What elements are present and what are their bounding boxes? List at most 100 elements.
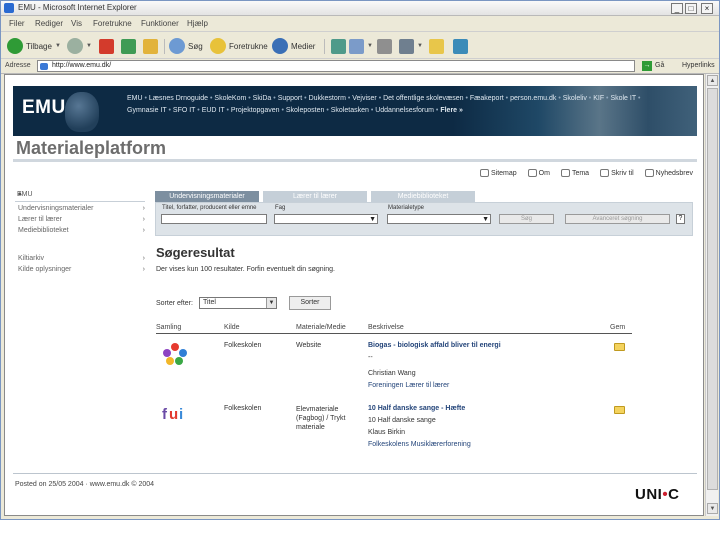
menu-tools[interactable]: Funktioner [141,19,179,28]
save-folder-icon[interactable] [614,406,625,414]
banner-link[interactable]: SkiDa [253,95,272,102]
messenger-button[interactable] [453,37,468,55]
menu-favorites[interactable]: Foretrukne [93,19,132,28]
edit-button[interactable]: ▼ [399,37,423,55]
banner-link[interactable]: Læsnes Drnoguide [149,95,208,102]
banner-link[interactable]: Skoletasken [331,107,369,114]
col-beskrivelse[interactable]: Beskrivelse [368,324,404,331]
sidebar-item-kiltiarkiv[interactable]: Kiltiarkiv › [15,254,145,265]
menu-file[interactable]: Filer [9,19,25,28]
sidebar-item-undervisningsmaterialer[interactable]: Undervisningsmaterialer › [15,204,145,215]
banner-link[interactable]: Skoleposten [286,107,325,114]
banner-link[interactable]: Skole IT [610,95,636,102]
scroll-down-icon[interactable]: ▼ [707,503,718,514]
sidebar-item-mediebiblioteket[interactable]: Mediebiblioteket › [15,226,145,237]
banner-more-link[interactable]: Flere » [440,107,463,114]
sidebar-item-kilde-oplysninger[interactable]: Kilde oplysninger › [15,265,145,276]
banner-link[interactable]: Uddannelsesforum [375,107,434,114]
messenger-icon [453,38,468,54]
scroll-up-icon[interactable]: ▲ [707,75,718,86]
go-button[interactable]: Gå [655,62,664,69]
address-input[interactable]: http://www.emu.dk/ [37,60,635,72]
go-arrow-icon[interactable]: → [642,61,652,71]
banner-link[interactable]: EMU [127,95,143,102]
sort-button[interactable]: Sorter [288,296,331,310]
back-button[interactable]: Tilbage ▼ [7,37,61,55]
about-link[interactable]: Om [527,169,550,177]
banner-link[interactable]: Gymnasie IT [127,107,167,114]
row-source: Folkeskolen [224,405,262,412]
favorites-button[interactable]: Foretrukne [210,37,268,55]
refresh-button[interactable] [121,37,136,55]
banner-link[interactable]: Vejviser [352,95,377,102]
maximize-button[interactable]: □ [685,3,697,14]
row-source: Folkeskolen [224,342,262,349]
emu-banner: EMU EMU • Læsnes Drnoguide • SkoleKom • … [13,86,697,136]
mail-button[interactable]: ▼ [349,37,373,55]
stop-button[interactable] [99,37,114,55]
banner-link[interactable]: Fæakeport [470,95,504,102]
row-title-link[interactable]: Biogas - biologisk affald bliver til ene… [368,342,501,349]
svg-text:u: u [169,406,178,423]
history-button[interactable] [331,37,346,55]
scroll-thumb[interactable] [707,88,718,490]
query-input[interactable] [161,214,267,224]
col-kilde[interactable]: Kilde [224,324,240,331]
vertical-scrollbar[interactable]: ▲ ▼ [705,74,718,516]
row-publisher-link[interactable]: Foreningen Lærer til lærer [368,382,449,389]
col-gem[interactable]: Gem [610,324,625,331]
save-folder-icon[interactable] [614,343,625,351]
sitemap-link[interactable]: Sitemap [479,169,517,177]
emu-logo[interactable]: EMU [22,97,66,119]
links-button[interactable]: Hyperlinks [682,62,715,69]
home-button[interactable] [143,37,158,55]
chevron-down-icon: ▼ [54,43,61,49]
row-title-link[interactable]: 10 Half danske sange - Hæfte [368,405,465,412]
banner-link[interactable]: Dukkestorm [309,95,346,102]
banner-link[interactable]: Skoleliv [563,95,587,102]
close-button[interactable]: × [701,3,713,14]
mail-icon [349,38,364,54]
chevron-down-icon: ▼ [369,216,376,223]
banner-link[interactable]: SFO IT [173,107,195,114]
help-button[interactable]: ? [676,214,685,224]
chevron-down-icon: ▼ [417,43,423,49]
menu-view[interactable]: Vis [71,19,82,28]
row-publisher-link[interactable]: Folkeskolens Musiklærerforening [368,441,471,448]
chevron-down-icon: ▼ [265,298,276,308]
sidebar-item-laerer-til-laerer[interactable]: Lærer til lærer › [15,215,145,226]
sidebar-header[interactable]: EMU ▲ [15,188,145,202]
print-button[interactable] [377,37,392,55]
sort-select[interactable]: Titel ▼ [198,297,277,309]
address-label: Adresse [5,62,31,69]
banner-link[interactable]: EUD IT [202,107,225,114]
minimize-button[interactable]: _ [671,3,683,14]
advanced-search-button[interactable]: Avanceret søgning [565,214,670,224]
search-button[interactable]: Søg [169,37,203,55]
banner-link[interactable]: Det offentlige skolevæsen [383,95,463,102]
col-materiale[interactable]: Materiale/Medie [296,324,346,331]
uni-c-logo[interactable]: UNI•C [635,486,679,503]
col-samling[interactable]: Samling [156,324,181,331]
banner-link[interactable]: KIF [593,95,604,102]
search-submit-button[interactable]: Søg [499,214,554,224]
forward-button[interactable]: ▼ [67,37,92,55]
type-select[interactable]: ▼ [387,214,491,224]
banner-link[interactable]: Projektopgaven [231,107,280,114]
table-header: Samling Kilde Materiale/Medie Beskrivels… [156,324,632,334]
banner-link[interactable]: SkoleKom [214,95,246,102]
banner-link[interactable]: Support [278,95,303,102]
media-button[interactable]: Medier [272,37,315,55]
address-url: http://www.emu.dk/ [52,62,112,69]
newsletter-link[interactable]: Nyhedsbrev [644,169,693,177]
subject-select[interactable]: ▼ [274,214,378,224]
write-link[interactable]: Skriv til [600,169,634,177]
search-label: Søg [188,41,203,51]
menu-edit[interactable]: Rediger [35,19,63,28]
table-row: Folkeskolen Website Biogas - biologisk a… [156,334,632,400]
type-label: Materialetype [388,205,425,211]
theme-link[interactable]: Tema [560,169,589,177]
banner-link[interactable]: person.emu.dk [510,95,556,102]
menu-help[interactable]: Hjælp [187,19,208,28]
folder-button[interactable] [429,37,444,55]
